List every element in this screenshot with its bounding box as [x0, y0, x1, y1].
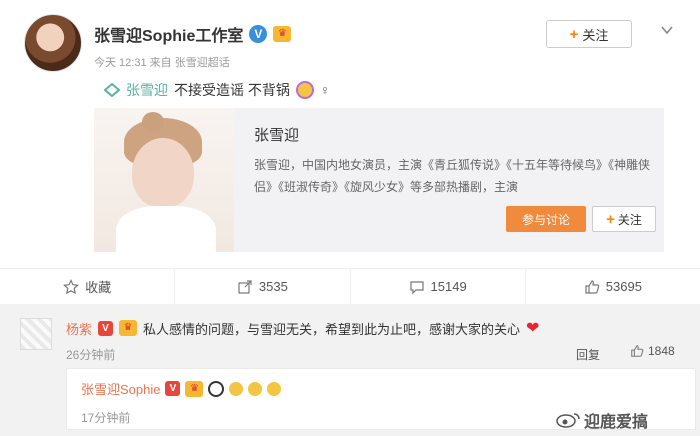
- weibo-post: 张雪迎Sophie工作室 V ♛ + 关注 今天 12:31 来自 张雪迎超话 …: [0, 0, 700, 304]
- vip-icon: ♛: [185, 380, 204, 397]
- sub-reply-row: 张雪迎Sophie V ♛: [81, 379, 282, 398]
- comment-like-button[interactable]: 1848: [630, 344, 675, 358]
- crying-emoji-icon: [248, 381, 263, 396]
- card-title: 张雪迎: [254, 127, 300, 144]
- post-content: 张雪迎 不接受造谣 不背锅 ♀: [104, 80, 330, 100]
- crying-emoji-icon: [229, 381, 244, 396]
- verified-icon: V: [98, 320, 114, 336]
- author-avatar[interactable]: [24, 14, 82, 72]
- heart-icon: ❤: [526, 320, 540, 337]
- plus-icon: +: [569, 25, 579, 43]
- star-icon: [63, 278, 80, 294]
- comment-icon: [409, 280, 424, 294]
- repost-button[interactable]: 3535: [174, 269, 349, 304]
- verified-icon: V: [165, 381, 181, 396]
- sub-reply-user[interactable]: 张雪迎Sophie: [81, 379, 160, 398]
- topic-card[interactable]: 张雪迎 张雪迎，中国内地女演员，主演《青丘狐传说》《十五年等待候鸟》《神雕侠侣》…: [94, 108, 664, 252]
- card-follow-button[interactable]: + 关注: [592, 206, 656, 232]
- card-follow-label: 关注: [617, 212, 642, 227]
- post-text: 不接受造谣 不背锅: [174, 82, 290, 98]
- join-discussion-button[interactable]: 参与讨论: [506, 206, 586, 232]
- weibo-logo-icon: [556, 413, 580, 428]
- topic-link[interactable]: 张雪迎: [126, 80, 168, 100]
- share-icon: [238, 279, 252, 294]
- like-icon: [631, 345, 644, 357]
- favorite-button[interactable]: 收藏: [0, 269, 174, 304]
- card-description: 张雪迎，中国内地女演员，主演《青丘狐传说》《十五年等待候鸟》《神雕侠侣》《班淑传…: [254, 158, 651, 194]
- chevron-down-icon[interactable]: [660, 23, 674, 37]
- like-icon: [585, 279, 600, 294]
- vip-icon: ♛: [119, 320, 138, 336]
- plus-icon: +: [606, 210, 615, 228]
- author-name[interactable]: 张雪迎Sophie工作室: [94, 22, 243, 46]
- comment-count: 15149: [430, 279, 467, 294]
- reply-button[interactable]: 回复: [576, 346, 600, 363]
- follow-button[interactable]: + 关注: [546, 20, 632, 48]
- comment-time: 26分钟前: [66, 348, 116, 362]
- repost-count: 3535: [258, 279, 288, 294]
- follow-label: 关注: [582, 27, 609, 43]
- female-symbol: ♀: [319, 82, 331, 98]
- comment-row: 杨紫 V ♛ 私人感情的问题，与雪迎无关，希望到此为止吧，感谢大家的关心 ❤: [66, 318, 539, 338]
- commenter-name[interactable]: 杨紫: [66, 319, 92, 338]
- vip-icon: ♛: [273, 26, 292, 42]
- comment-like-count: 1848: [648, 344, 675, 358]
- watermark-text: 迎鹿爱搞: [584, 414, 649, 431]
- action-bar: 收藏 3535 15149 53695: [0, 268, 700, 304]
- favorite-label: 收藏: [85, 280, 112, 295]
- crying-emoji-icon: [267, 381, 282, 396]
- post-meta: 今天 12:31 来自 张雪迎超话: [94, 57, 230, 69]
- supertopic-icon: [104, 83, 120, 97]
- card-photo: [94, 108, 234, 252]
- commenter-avatar[interactable]: [20, 318, 52, 350]
- watermark: 迎鹿爱搞: [556, 408, 648, 432]
- comment-button[interactable]: 15149: [349, 269, 525, 304]
- like-button[interactable]: 53695: [524, 269, 700, 304]
- comment-text: 私人感情的问题，与雪迎无关，希望到此为止吧，感谢大家的关心: [143, 321, 521, 337]
- panda-emoji-icon: [208, 380, 225, 397]
- author-row: 张雪迎Sophie工作室 V ♛: [94, 22, 292, 46]
- verified-icon: V: [249, 25, 268, 43]
- like-count: 53695: [605, 279, 642, 294]
- sub-reply-time: 17分钟前: [81, 411, 131, 425]
- emoji-icon: [295, 81, 314, 99]
